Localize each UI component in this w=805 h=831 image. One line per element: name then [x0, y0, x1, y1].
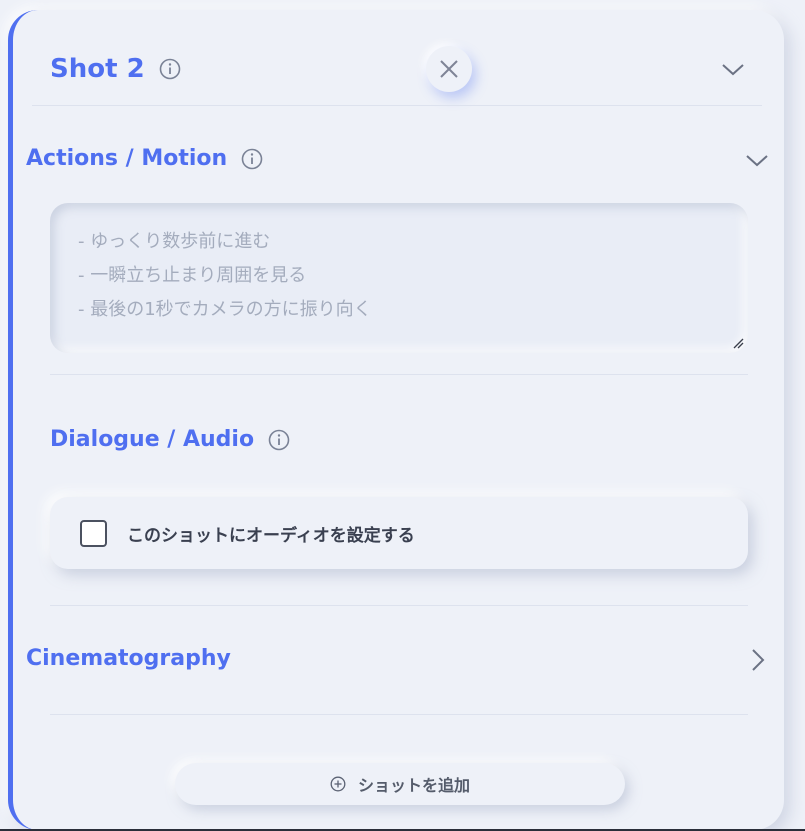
shot-header[interactable]: Shot 2	[50, 54, 181, 84]
shot-title: Shot 2	[50, 54, 145, 84]
divider	[32, 105, 762, 106]
add-shot-label: ショットを追加	[357, 776, 470, 795]
chevron-right-icon[interactable]	[745, 647, 771, 673]
actions-heading[interactable]: Actions / Motion	[26, 146, 263, 171]
dialogue-heading: Dialogue / Audio	[50, 427, 290, 452]
close-icon	[440, 60, 458, 78]
chevron-down-icon[interactable]	[720, 56, 746, 82]
info-icon[interactable]	[268, 429, 290, 451]
actions-textarea-wrapper	[50, 203, 748, 353]
audio-toggle-row[interactable]: このショットにオーディオを設定する	[50, 497, 748, 569]
info-icon[interactable]	[241, 148, 263, 170]
audio-checkbox[interactable]	[80, 519, 107, 547]
divider	[50, 714, 748, 715]
chevron-down-icon[interactable]	[744, 147, 770, 173]
actions-title: Actions / Motion	[26, 146, 228, 171]
cinematography-title: Cinematography	[26, 646, 231, 671]
divider	[50, 374, 748, 375]
shot-card	[8, 10, 784, 830]
info-icon[interactable]	[159, 58, 181, 80]
close-button[interactable]	[426, 46, 472, 92]
actions-textarea[interactable]	[50, 203, 748, 353]
divider	[50, 605, 748, 606]
cinematography-heading[interactable]: Cinematography	[26, 646, 231, 671]
audio-checkbox-label[interactable]: このショットにオーディオを設定する	[127, 521, 415, 546]
plus-circle-icon	[330, 776, 346, 792]
add-shot-button[interactable]: ショットを追加	[175, 763, 625, 805]
resize-handle-icon[interactable]	[732, 337, 744, 349]
dialogue-title: Dialogue / Audio	[50, 427, 255, 452]
